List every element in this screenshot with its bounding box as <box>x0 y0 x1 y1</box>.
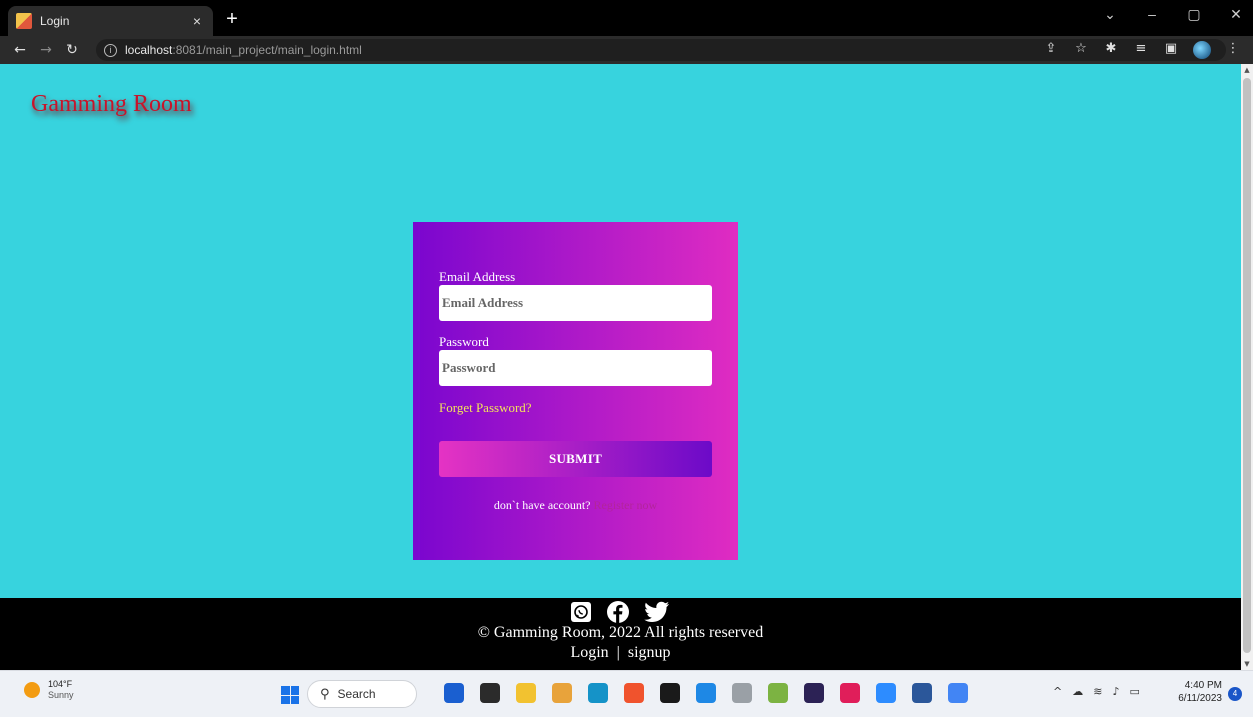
email-label: Email Address <box>439 269 516 284</box>
edge-icon[interactable] <box>588 683 608 703</box>
battery-icon[interactable]: ▭ <box>1129 685 1139 698</box>
tab-title: Login <box>40 14 70 28</box>
cloud-icon[interactable]: ☁ <box>1072 685 1083 698</box>
eclipse-icon[interactable] <box>804 683 824 703</box>
volume-icon[interactable]: ♪ <box>1112 685 1119 698</box>
notepad-icon[interactable] <box>768 683 788 703</box>
side-panel-icon[interactable]: ▣ <box>1163 41 1179 57</box>
browser-tab[interactable]: Login × <box>8 6 213 36</box>
wifi-icon[interactable]: ≋ <box>1093 685 1102 698</box>
weather-condition: Sunny <box>48 690 74 700</box>
site-logo[interactable]: Gamming Room <box>31 91 192 118</box>
url-host: localhost <box>125 43 173 57</box>
footer-signup-link[interactable]: signup <box>628 644 671 661</box>
twitter-icon[interactable] <box>644 601 670 623</box>
login-form: Email Address Password Forget Password? … <box>413 222 738 560</box>
profile-avatar-icon[interactable] <box>1193 41 1211 59</box>
taskbar-clock[interactable]: 4:40 PM 6/11/2023 <box>1170 679 1222 705</box>
windows-taskbar: 104°F Sunny ⚲ Search ^ ☁ ≋ ♪ ▭ 4:40 PM 6… <box>0 670 1253 717</box>
menu-kebab-icon[interactable]: ⋮ <box>1225 41 1241 57</box>
minimize-button[interactable]: – <box>1143 6 1161 23</box>
weather-widget[interactable]: 104°F Sunny <box>24 679 74 701</box>
new-tab-button[interactable]: + <box>220 8 244 32</box>
slack-icon[interactable] <box>840 683 860 703</box>
chrome-active-icon[interactable] <box>948 683 968 703</box>
footer-link-separator: | <box>616 644 620 661</box>
footer-links: Login | signup <box>0 644 1241 662</box>
scroll-thumb[interactable] <box>1243 78 1251 653</box>
copyright-text: © Gamming Room, 2022 All rights reserved <box>477 624 764 641</box>
reading-list-icon[interactable]: ≡ <box>1133 41 1149 57</box>
scroll-down-arrow-icon[interactable]: ▼ <box>1241 658 1253 670</box>
file-explorer-icon[interactable] <box>516 683 536 703</box>
site-footer: © Gamming Room, 2022 All rights reserved… <box>0 598 1241 670</box>
search-label: Search <box>337 687 376 701</box>
pinned-apps <box>444 683 968 703</box>
share-icon[interactable]: ⇪ <box>1043 41 1059 57</box>
weather-text: 104°F Sunny <box>48 679 74 701</box>
social-links <box>570 600 670 624</box>
task-view-icon[interactable] <box>480 683 500 703</box>
footer-login-link[interactable]: Login <box>570 644 608 661</box>
password-label: Password <box>439 334 489 349</box>
zoom-icon[interactable] <box>876 683 896 703</box>
bing-icon[interactable] <box>444 683 464 703</box>
tab-close-icon[interactable]: × <box>189 13 205 29</box>
password-field[interactable] <box>439 350 712 386</box>
vscode-icon[interactable] <box>696 683 716 703</box>
windows-start-icon[interactable] <box>281 686 299 704</box>
register-row: don`t have account? Register now <box>413 498 738 513</box>
email-field[interactable] <box>439 285 712 321</box>
site-favicon-icon <box>16 13 32 29</box>
facebook-icon[interactable] <box>606 600 630 624</box>
forgot-password-link[interactable]: Forget Password? <box>439 400 532 416</box>
taskbar-search[interactable]: ⚲ Search <box>307 680 417 708</box>
chevron-up-icon[interactable]: ^ <box>1053 685 1062 698</box>
register-prompt: don`t have account? <box>493 498 591 512</box>
pycharm-icon[interactable] <box>660 683 680 703</box>
word-icon[interactable] <box>912 683 932 703</box>
chrome-icon[interactable] <box>552 683 572 703</box>
weather-temp: 104°F <box>48 679 73 689</box>
site-info-icon[interactable]: i <box>104 43 117 57</box>
sun-icon <box>24 682 40 698</box>
tab-search-icon[interactable]: ⌄ <box>1101 6 1119 23</box>
extensions-icon[interactable]: ✱ <box>1103 41 1119 57</box>
brave-icon[interactable] <box>624 683 644 703</box>
notification-badge[interactable]: 4 <box>1228 687 1242 701</box>
window-controls: ⌄ – ▢ ✕ <box>1101 6 1245 23</box>
submit-button[interactable]: SUBMIT <box>439 441 712 477</box>
scroll-up-arrow-icon[interactable]: ▲ <box>1241 64 1253 76</box>
back-arrow-icon[interactable]: ← <box>10 40 30 60</box>
database-icon[interactable] <box>732 683 752 703</box>
search-icon: ⚲ <box>320 686 330 702</box>
clock-time: 4:40 PM <box>1184 680 1222 691</box>
close-window-button[interactable]: ✕ <box>1227 6 1245 23</box>
clock-date: 6/11/2023 <box>1178 693 1222 704</box>
page-body: Gamming Room Email Address Password Forg… <box>0 64 1241 598</box>
bookmark-star-icon[interactable]: ☆ <box>1073 41 1089 57</box>
toolbar-icons: ⇪ ☆ ✱ ≡ ▣ ⋮ <box>1043 41 1241 59</box>
register-now-link[interactable]: Register now <box>593 498 657 512</box>
whatsapp-icon[interactable] <box>570 601 592 623</box>
url-path: :8081/main_project/main_login.html <box>172 43 362 57</box>
system-tray: ^ ☁ ≋ ♪ ▭ <box>1053 685 1140 698</box>
page-scrollbar[interactable]: ▲ ▼ <box>1241 64 1253 670</box>
maximize-button[interactable]: ▢ <box>1185 6 1203 23</box>
forward-arrow-icon[interactable]: → <box>36 40 56 60</box>
browser-toolbar: ← → ↻ i localhost:8081/main_project/main… <box>0 36 1253 64</box>
browser-tab-strip: Login × + ⌄ – ▢ ✕ <box>0 0 1253 36</box>
reload-icon[interactable]: ↻ <box>62 40 82 60</box>
url-text: localhost:8081/main_project/main_login.h… <box>125 43 362 57</box>
